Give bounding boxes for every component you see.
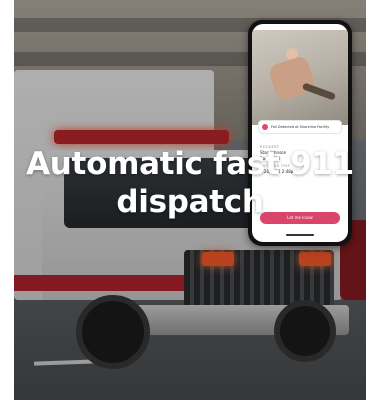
alert-text: Fall Detected at Shoreline Facility (271, 125, 330, 129)
person-body (267, 54, 317, 102)
headline: Automatic fast 911 dispatch (14, 145, 366, 221)
headline-line-1: Automatic fast 911 (26, 146, 354, 182)
alert-card[interactable]: Fall Detected at Shoreline Facility (258, 120, 342, 134)
fall-photo (252, 30, 348, 125)
headline-line-2: dispatch (116, 184, 264, 220)
alert-dot-icon (262, 124, 268, 130)
home-indicator (286, 234, 314, 236)
